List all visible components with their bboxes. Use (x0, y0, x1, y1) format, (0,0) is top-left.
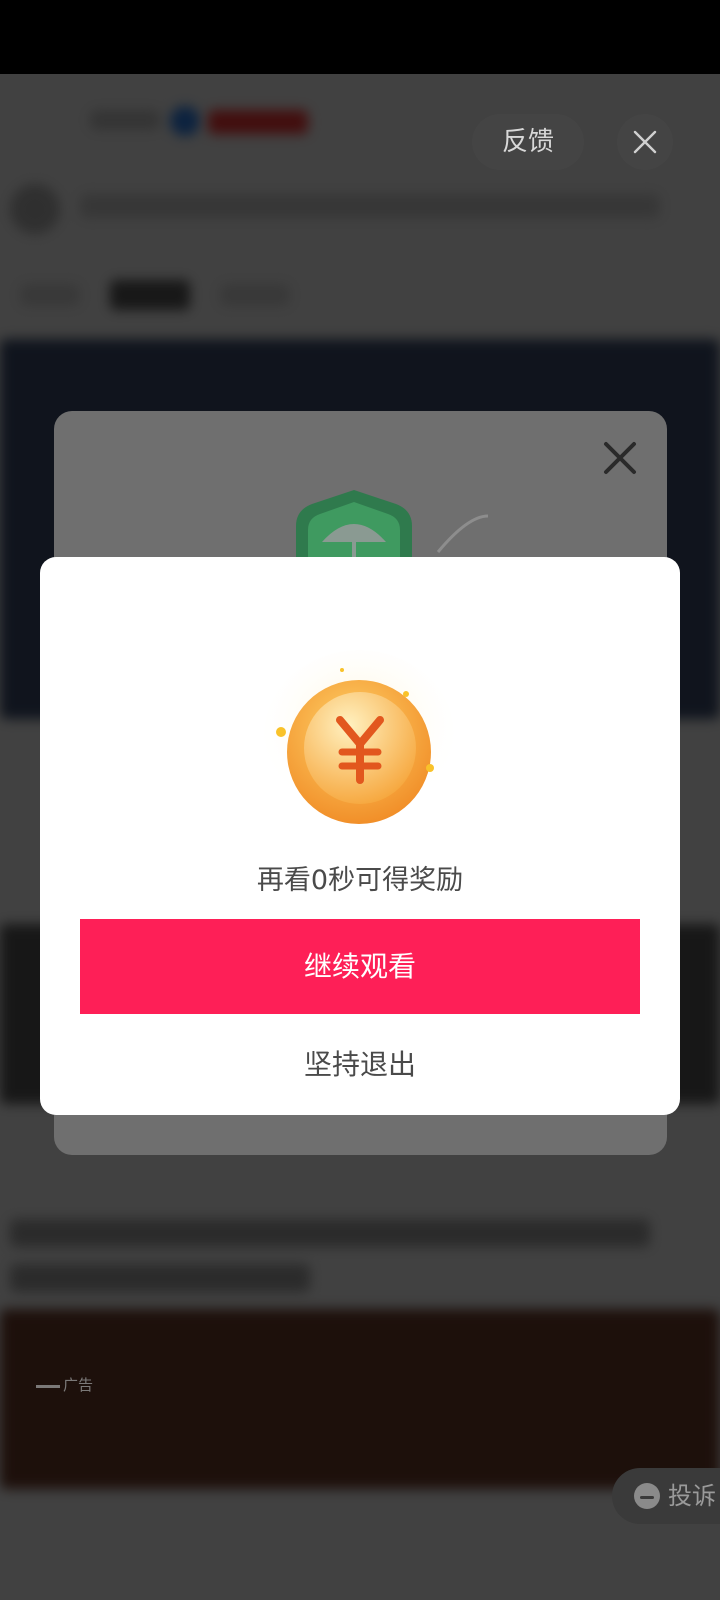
reward-modal (40, 557, 680, 1115)
ad-tag: 广告 (36, 1374, 93, 1396)
complaint-button[interactable]: 投诉 (612, 1468, 720, 1524)
ad-logo-icon (36, 1378, 60, 1388)
complaint-label: 投诉 (668, 1482, 716, 1510)
continue-watching-button[interactable]: 继续观看 (80, 919, 640, 1014)
chat-bubble-icon (634, 1483, 660, 1509)
ad-tag-label: 广告 (63, 1376, 94, 1394)
underlying-dialog-close-button[interactable] (600, 438, 640, 478)
exit-button[interactable]: 坚持退出 (200, 1040, 520, 1090)
status-bar (0, 0, 720, 74)
reward-countdown-text: 再看0秒可得奖励 (256, 865, 464, 896)
feedback-button[interactable]: 反馈 (472, 114, 584, 170)
umbrella-shield-icon (288, 486, 498, 566)
close-icon (633, 130, 657, 154)
ad-close-button[interactable] (617, 114, 673, 170)
coin-icon (264, 650, 464, 830)
close-icon (604, 442, 636, 474)
